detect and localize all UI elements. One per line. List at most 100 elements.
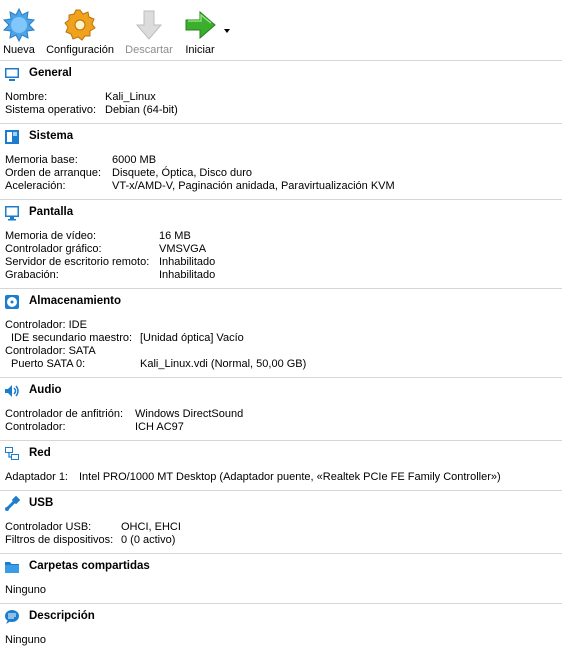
detail-key: Controlador: SATA [5,345,96,357]
detail-value: OHCI, EHCI [121,521,181,533]
detail-key: Adaptador 1: [5,471,68,483]
new-label: Nueva [3,44,35,56]
speaker-icon [5,385,19,397]
details-pane: General Nombre: Kali_Linux Sistema opera… [0,60,562,653]
detail-value: Windows DirectSound [135,408,244,420]
detail-key: Orden de arranque: [5,167,102,179]
folder-icon [5,562,19,573]
section-usb-header[interactable]: USB [0,491,562,515]
detail-key: Puerto SATA 0: [11,358,86,370]
detail-key: Filtros de dispositivos: [5,534,114,546]
detail-value: [Unidad óptica] Vacío [140,332,244,344]
arrow-right-icon [185,10,216,40]
detail-row: Sistema operativo: Debian (64-bit) [0,104,562,117]
settings-button[interactable]: Configuración [45,0,115,60]
detail-value: ICH AC97 [135,421,184,433]
disk-icon [5,295,19,309]
detail-row: Puerto SATA 0: Kali_Linux.vdi (Normal, 5… [0,358,562,371]
section-title: Descripción [29,610,95,622]
section-almacenamiento-header[interactable]: Almacenamiento [0,289,562,313]
detail-value: 6000 MB [112,154,157,166]
gear-icon [64,9,96,41]
chip-icon [5,130,19,144]
discard-label: Descartar [125,44,173,56]
detail-text: Ninguno [5,584,46,596]
section-title: Pantalla [29,206,74,218]
network-icon [5,447,19,460]
detail-row: Controlador USB: OHCI, EHCI [0,521,562,534]
detail-value: Disquete, Óptica, Disco duro [112,167,253,179]
detail-value: Kali_Linux [105,91,156,103]
detail-key: Memoria base: [5,154,78,166]
display-icon [5,206,19,221]
detail-row: IDE secundario maestro: [Unidad óptica] … [0,332,562,345]
section-title: Carpetas compartidas [29,560,150,572]
detail-key: Grabación: [5,269,59,281]
detail-row: Controlador: SATA [0,345,562,358]
detail-key: Aceleración: [5,180,66,192]
start-button[interactable]: Iniciar [182,0,218,60]
detail-key: Nombre: [5,91,48,103]
new-button[interactable]: Nueva [0,0,38,60]
section-pantalla: Pantalla Memoria de vídeo: 16 MB Control… [0,199,562,288]
detail-row: Orden de arranque: Disquete, Óptica, Dis… [0,167,562,180]
section-pantalla-header[interactable]: Pantalla [0,200,562,224]
detail-key: Controlador: IDE [5,319,87,331]
section-red: Red Adaptador 1: Intel PRO/1000 MT Deskt… [0,440,562,490]
section-sistema-header[interactable]: Sistema [0,124,562,148]
detail-key: Controlador USB: [5,521,92,533]
detail-value: Inhabilitado [159,256,216,268]
section-general: General Nombre: Kali_Linux Sistema opera… [0,60,562,123]
toolbar: Nueva Configuración Descartar Iniciar [0,0,562,60]
detail-value: VMSVGA [159,243,207,255]
section-descripcion-header[interactable]: Descripción [0,604,562,628]
section-usb: USB Controlador USB: OHCI, EHCI Filtros … [0,490,562,553]
settings-label: Configuración [46,44,114,56]
section-descripcion: Descripción Ninguno [0,603,562,653]
detail-key: Controlador: [5,421,66,433]
detail-key: Servidor de escritorio remoto: [5,256,150,268]
detail-row: Controlador: ICH AC97 [0,421,562,434]
start-dropdown-arrow-icon[interactable] [224,29,230,33]
section-almacenamiento: Almacenamiento Controlador: IDE IDE secu… [0,288,562,377]
detail-value: VT-x/AMD-V, Paginación anidada, Paravirt… [112,180,395,192]
detail-key: Controlador gráfico: [5,243,102,255]
section-title: USB [29,497,54,509]
detail-value: Intel PRO/1000 MT Desktop (Adaptador pue… [79,471,501,483]
detail-row: Filtros de dispositivos: 0 (0 activo) [0,534,562,547]
section-title: Red [29,447,51,459]
discard-button[interactable]: Descartar [123,0,175,60]
detail-text: Ninguno [5,634,46,646]
usb-icon [5,496,20,511]
detail-row: Controlador de anfitrión: Windows Direct… [0,408,562,421]
new-icon [2,8,36,42]
detail-row: Controlador: IDE [0,319,562,332]
detail-value: Inhabilitado [159,269,216,281]
detail-row: Grabación: Inhabilitado [0,269,562,282]
section-title: Sistema [29,130,74,142]
detail-row: Servidor de escritorio remoto: Inhabilit… [0,256,562,269]
detail-row: Adaptador 1: Intel PRO/1000 MT Desktop (… [0,471,562,484]
detail-row: Nombre: Kali_Linux [0,91,562,104]
detail-value: 16 MB [159,230,191,242]
detail-key: Sistema operativo: [5,104,97,116]
monitor-icon [5,68,19,81]
detail-row: Memoria base: 6000 MB [0,154,562,167]
section-red-header[interactable]: Red [0,441,562,465]
detail-key: Controlador de anfitrión: [5,408,124,420]
speech-bubble-icon [5,610,19,624]
section-carpetas-header[interactable]: Carpetas compartidas [0,554,562,578]
detail-row: Controlador gráfico: VMSVGA [0,243,562,256]
detail-value: Kali_Linux.vdi (Normal, 50,00 GB) [140,358,307,370]
detail-value: Debian (64-bit) [105,104,178,116]
section-audio-header[interactable]: Audio [0,378,562,402]
section-general-header[interactable]: General [0,61,562,85]
section-title: Audio [29,384,62,396]
section-audio: Audio Controlador de anfitrión: Windows … [0,377,562,440]
section-title: Almacenamiento [29,295,122,307]
detail-key: IDE secundario maestro: [11,332,133,344]
detail-row: Memoria de vídeo: 16 MB [0,230,562,243]
detail-value: 0 (0 activo) [121,534,176,546]
section-title: General [29,67,72,79]
arrow-down-icon [135,10,163,40]
